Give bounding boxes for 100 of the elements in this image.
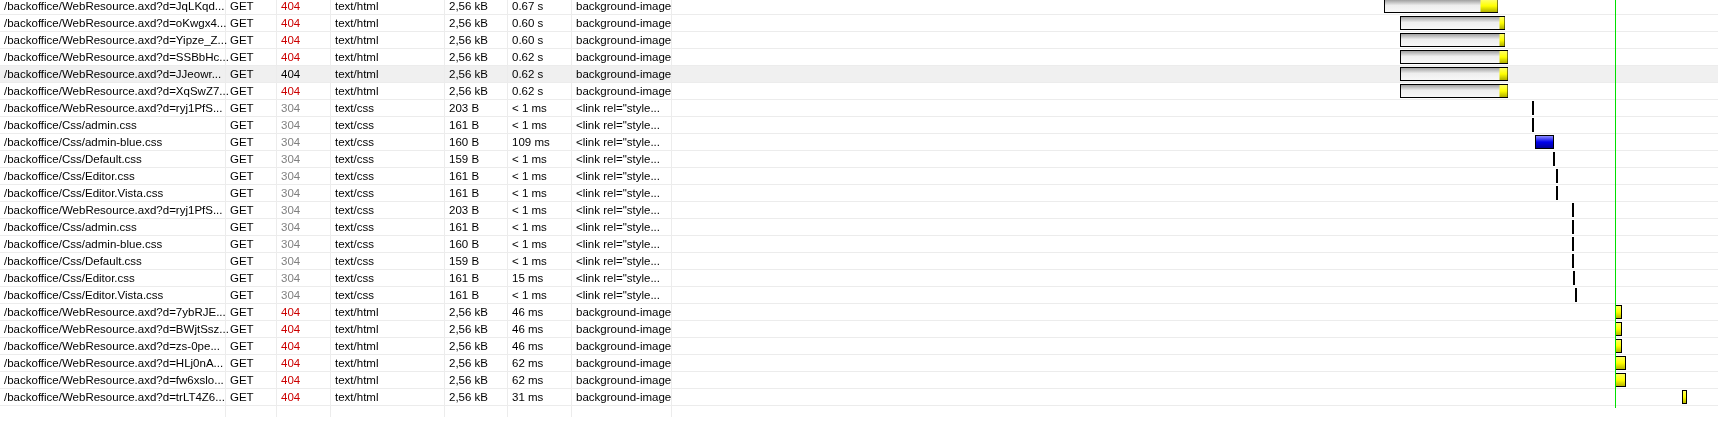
request-row[interactable]: /backoffice/Css/Default.css GET 304 text/css 159 B < 1 ms <link rel="style... <box>0 253 1718 270</box>
timing-bar <box>1615 356 1626 370</box>
status-code: 304 <box>281 187 301 199</box>
response-time: 0.62 s <box>512 51 544 63</box>
initiator-text: background-image <box>576 85 672 97</box>
response-size: 2,56 kB <box>449 17 488 29</box>
request-url: /backoffice/Css/admin-blue.css <box>4 238 163 250</box>
initiator-text: background-image <box>576 17 672 29</box>
timing-bar <box>1535 135 1554 149</box>
response-size: 2,56 kB <box>449 391 488 403</box>
response-size: 159 B <box>449 255 480 267</box>
request-url: /backoffice/WebResource.axd?d=fw6xslo... <box>4 374 224 386</box>
content-type: text/css <box>335 255 374 267</box>
status-code: 404 <box>281 17 301 29</box>
initiator-text: <link rel="style... <box>576 204 660 216</box>
content-type: text/html <box>335 51 379 63</box>
status-code: 304 <box>281 289 301 301</box>
request-method: GET <box>230 289 254 301</box>
content-type: text/html <box>335 34 379 46</box>
response-time: 31 ms <box>512 391 544 403</box>
request-url: /backoffice/WebResource.axd?d=JqLKqd... <box>4 0 225 12</box>
request-row[interactable]: /backoffice/WebResource.axd?d=HLj0nA... GET 404 text/html 2,56 kB 62 ms background-image <box>0 355 1718 372</box>
content-type: text/html <box>335 323 379 335</box>
response-size: 160 B <box>449 238 480 250</box>
request-row[interactable]: /backoffice/WebResource.axd?d=JJeowr... GET 404 text/html 2,56 kB 0.62 s background-image <box>0 66 1718 83</box>
request-row[interactable]: /backoffice/WebResource.axd?d=XqSwZ7...GET 404 text/html 2,56 kB 0.62 s background-image <box>0 83 1718 100</box>
request-method: GET <box>230 255 254 267</box>
request-row[interactable]: /backoffice/WebResource.axd?d=ryj1PfS... GET 304 text/css 203 B < 1 ms <link rel="style... <box>0 100 1718 117</box>
response-time: 46 ms <box>512 323 544 335</box>
status-code: 404 <box>281 323 301 335</box>
request-row[interactable]: /backoffice/Css/admin.css GET 304 text/css 161 B < 1 ms <link rel="style... <box>0 117 1718 134</box>
initiator-text: <link rel="style... <box>576 119 660 131</box>
content-type: text/css <box>335 170 374 182</box>
request-row[interactable]: /backoffice/Css/Default.css GET 304 text/css 159 B < 1 ms <link rel="style... <box>0 151 1718 168</box>
response-time: < 1 ms <box>512 187 547 199</box>
initiator-text: <link rel="style... <box>576 136 660 148</box>
request-row[interactable]: /backoffice/WebResource.axd?d=ryj1PfS... GET 304 text/css 203 B < 1 ms <link rel="style... <box>0 202 1718 219</box>
request-url: /backoffice/Css/Editor.css <box>4 272 135 284</box>
response-time: < 1 ms <box>512 204 547 216</box>
response-size: 2,56 kB <box>449 85 488 97</box>
request-row[interactable]: /backoffice/WebResource.axd?d=BWjtSsz...GET 404 text/html 2,56 kB 46 ms background-image <box>0 321 1718 338</box>
status-code: 304 <box>281 153 301 165</box>
request-row[interactable]: /backoffice/Css/admin.css GET 304 text/css 161 B < 1 ms <link rel="style... <box>0 219 1718 236</box>
request-url: /backoffice/WebResource.axd?d=XqSwZ7... <box>4 85 229 97</box>
initiator-text: background-image <box>576 68 672 80</box>
response-size: 2,56 kB <box>449 340 488 352</box>
request-row[interactable]: /backoffice/WebResource.axd?d=JqLKqd... GET 404 text/html 2,56 kB 0.67 s background-image <box>0 0 1718 15</box>
request-url: /backoffice/WebResource.axd?d=zs-0pe... <box>4 340 220 352</box>
content-type: text/html <box>335 340 379 352</box>
request-row[interactable]: /backoffice/WebResource.axd?d=fw6xslo... GET 404 text/html 2,56 kB 62 ms background-image <box>0 372 1718 389</box>
request-method: GET <box>230 340 254 352</box>
initiator-text: <link rel="style... <box>576 272 660 284</box>
request-method: GET <box>230 153 254 165</box>
status-code: 404 <box>281 34 301 46</box>
request-row[interactable]: /backoffice/WebResource.axd?d=oKwgx4... GET 404 text/html 2,56 kB 0.60 s background-image <box>0 15 1718 32</box>
request-url: /backoffice/Css/admin-blue.css <box>4 136 163 148</box>
content-type: text/css <box>335 272 374 284</box>
response-time: 0.67 s <box>512 0 544 12</box>
content-type: text/css <box>335 102 374 114</box>
request-row[interactable]: /backoffice/WebResource.axd?d=trLT4Z6... GET 404 text/html 2,56 kB 31 ms background-image <box>0 389 1718 406</box>
content-type: text/css <box>335 204 374 216</box>
status-code: 304 <box>281 238 301 250</box>
response-time: < 1 ms <box>512 170 547 182</box>
initiator-text: background-image <box>576 0 672 12</box>
request-row[interactable]: /backoffice/Css/admin-blue.css GET 304 text/css 160 B < 1 ms <link rel="style... <box>0 236 1718 253</box>
status-code: 404 <box>281 51 301 63</box>
initiator-text: background-image <box>576 374 672 386</box>
content-type: text/html <box>335 391 379 403</box>
request-url: /backoffice/WebResource.axd?d=ryj1PfS... <box>4 102 223 114</box>
response-time: < 1 ms <box>512 102 547 114</box>
response-time: 15 ms <box>512 272 544 284</box>
request-method: GET <box>230 391 254 403</box>
initiator-text: background-image <box>576 357 672 369</box>
request-row[interactable]: /backoffice/WebResource.axd?d=Yipze_Z... GET 404 text/html 2,56 kB 0.60 s background-image <box>0 32 1718 49</box>
request-url: /backoffice/WebResource.axd?d=7ybRJE... <box>4 306 226 318</box>
request-row[interactable]: /backoffice/Css/Editor.Vista.css GET 304 text/css 161 B < 1 ms <link rel="style... <box>0 287 1718 304</box>
content-type: text/css <box>335 119 374 131</box>
request-row[interactable]: /backoffice/Css/admin-blue.css GET 304 text/css 160 B 109 ms <link rel="style... <box>0 134 1718 151</box>
status-code: 404 <box>281 374 301 386</box>
request-row[interactable]: /backoffice/WebResource.axd?d=zs-0pe... GET 404 text/html 2,56 kB 46 ms background-image <box>0 338 1718 355</box>
response-size: 2,56 kB <box>449 357 488 369</box>
response-size: 161 B <box>449 272 480 284</box>
initiator-text: background-image <box>576 391 672 403</box>
request-method: GET <box>230 17 254 29</box>
request-method: GET <box>230 221 254 233</box>
content-type: text/css <box>335 187 374 199</box>
status-code: 304 <box>281 170 301 182</box>
request-row[interactable]: /backoffice/Css/Editor.Vista.css GET 304 text/css 161 B < 1 ms <link rel="style... <box>0 185 1718 202</box>
request-row[interactable]: /backoffice/Css/Editor.css GET 304 text/css 161 B 15 ms <link rel="style... <box>0 270 1718 287</box>
response-size: 2,56 kB <box>449 323 488 335</box>
initiator-text: <link rel="style... <box>576 187 660 199</box>
status-code: 404 <box>281 0 301 12</box>
request-row[interactable]: /backoffice/WebResource.axd?d=7ybRJE... GET 404 text/html 2,56 kB 46 ms background-image <box>0 304 1718 321</box>
status-code: 304 <box>281 221 301 233</box>
request-row[interactable]: /backoffice/Css/Editor.css GET 304 text/css 161 B < 1 ms <link rel="style... <box>0 168 1718 185</box>
content-type: text/css <box>335 289 374 301</box>
initiator-text: <link rel="style... <box>576 153 660 165</box>
request-url: /backoffice/Css/Editor.Vista.css <box>4 289 164 301</box>
request-method: GET <box>230 357 254 369</box>
content-type: text/html <box>335 85 379 97</box>
